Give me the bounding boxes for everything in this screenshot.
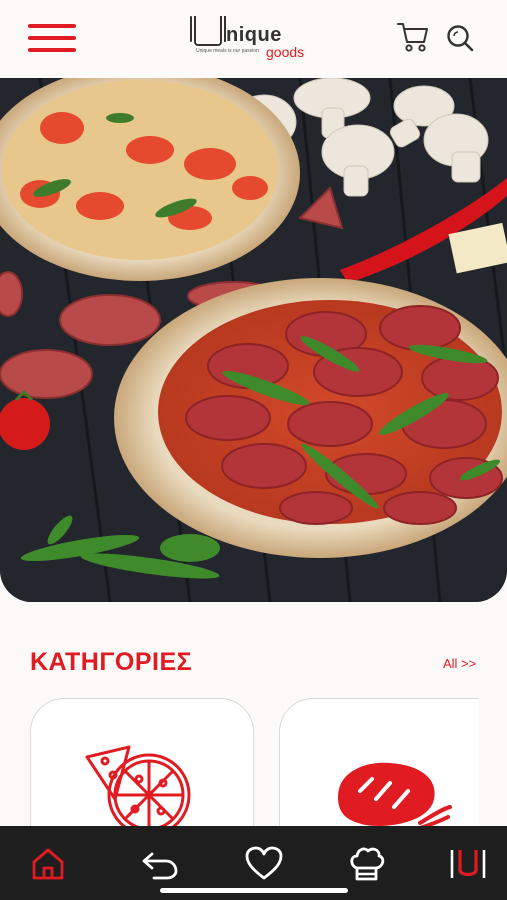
logo-subword: goods: [266, 44, 305, 60]
logo-tagline: Unique meals is our passion: [196, 48, 259, 54]
hero-banner[interactable]: [0, 78, 507, 602]
back-arrow-icon[interactable]: [140, 844, 180, 884]
shopping-cart-icon[interactable]: [396, 20, 430, 54]
search-icon[interactable]: [446, 24, 474, 52]
home-indicator-bar[interactable]: [160, 888, 348, 893]
hamburger-menu-icon[interactable]: [28, 22, 78, 56]
logo-u-letter: [190, 16, 226, 46]
top-header: nique Unique meals is our passion goods: [0, 0, 507, 78]
categories-all-link[interactable]: All >>: [443, 656, 476, 671]
categories-title: ΚΑΤΗΓΟΡΙΕΣ: [30, 648, 193, 676]
heart-icon[interactable]: [244, 844, 284, 884]
home-icon[interactable]: [28, 844, 68, 884]
app-screen: nique Unique meals is our passion goods: [0, 0, 507, 900]
brand-logo[interactable]: nique Unique meals is our passion goods: [190, 14, 314, 62]
pepperoni-pizza-photo: [0, 78, 507, 602]
brand-logo-icon[interactable]: [448, 844, 488, 884]
chef-hat-icon[interactable]: [346, 844, 386, 884]
